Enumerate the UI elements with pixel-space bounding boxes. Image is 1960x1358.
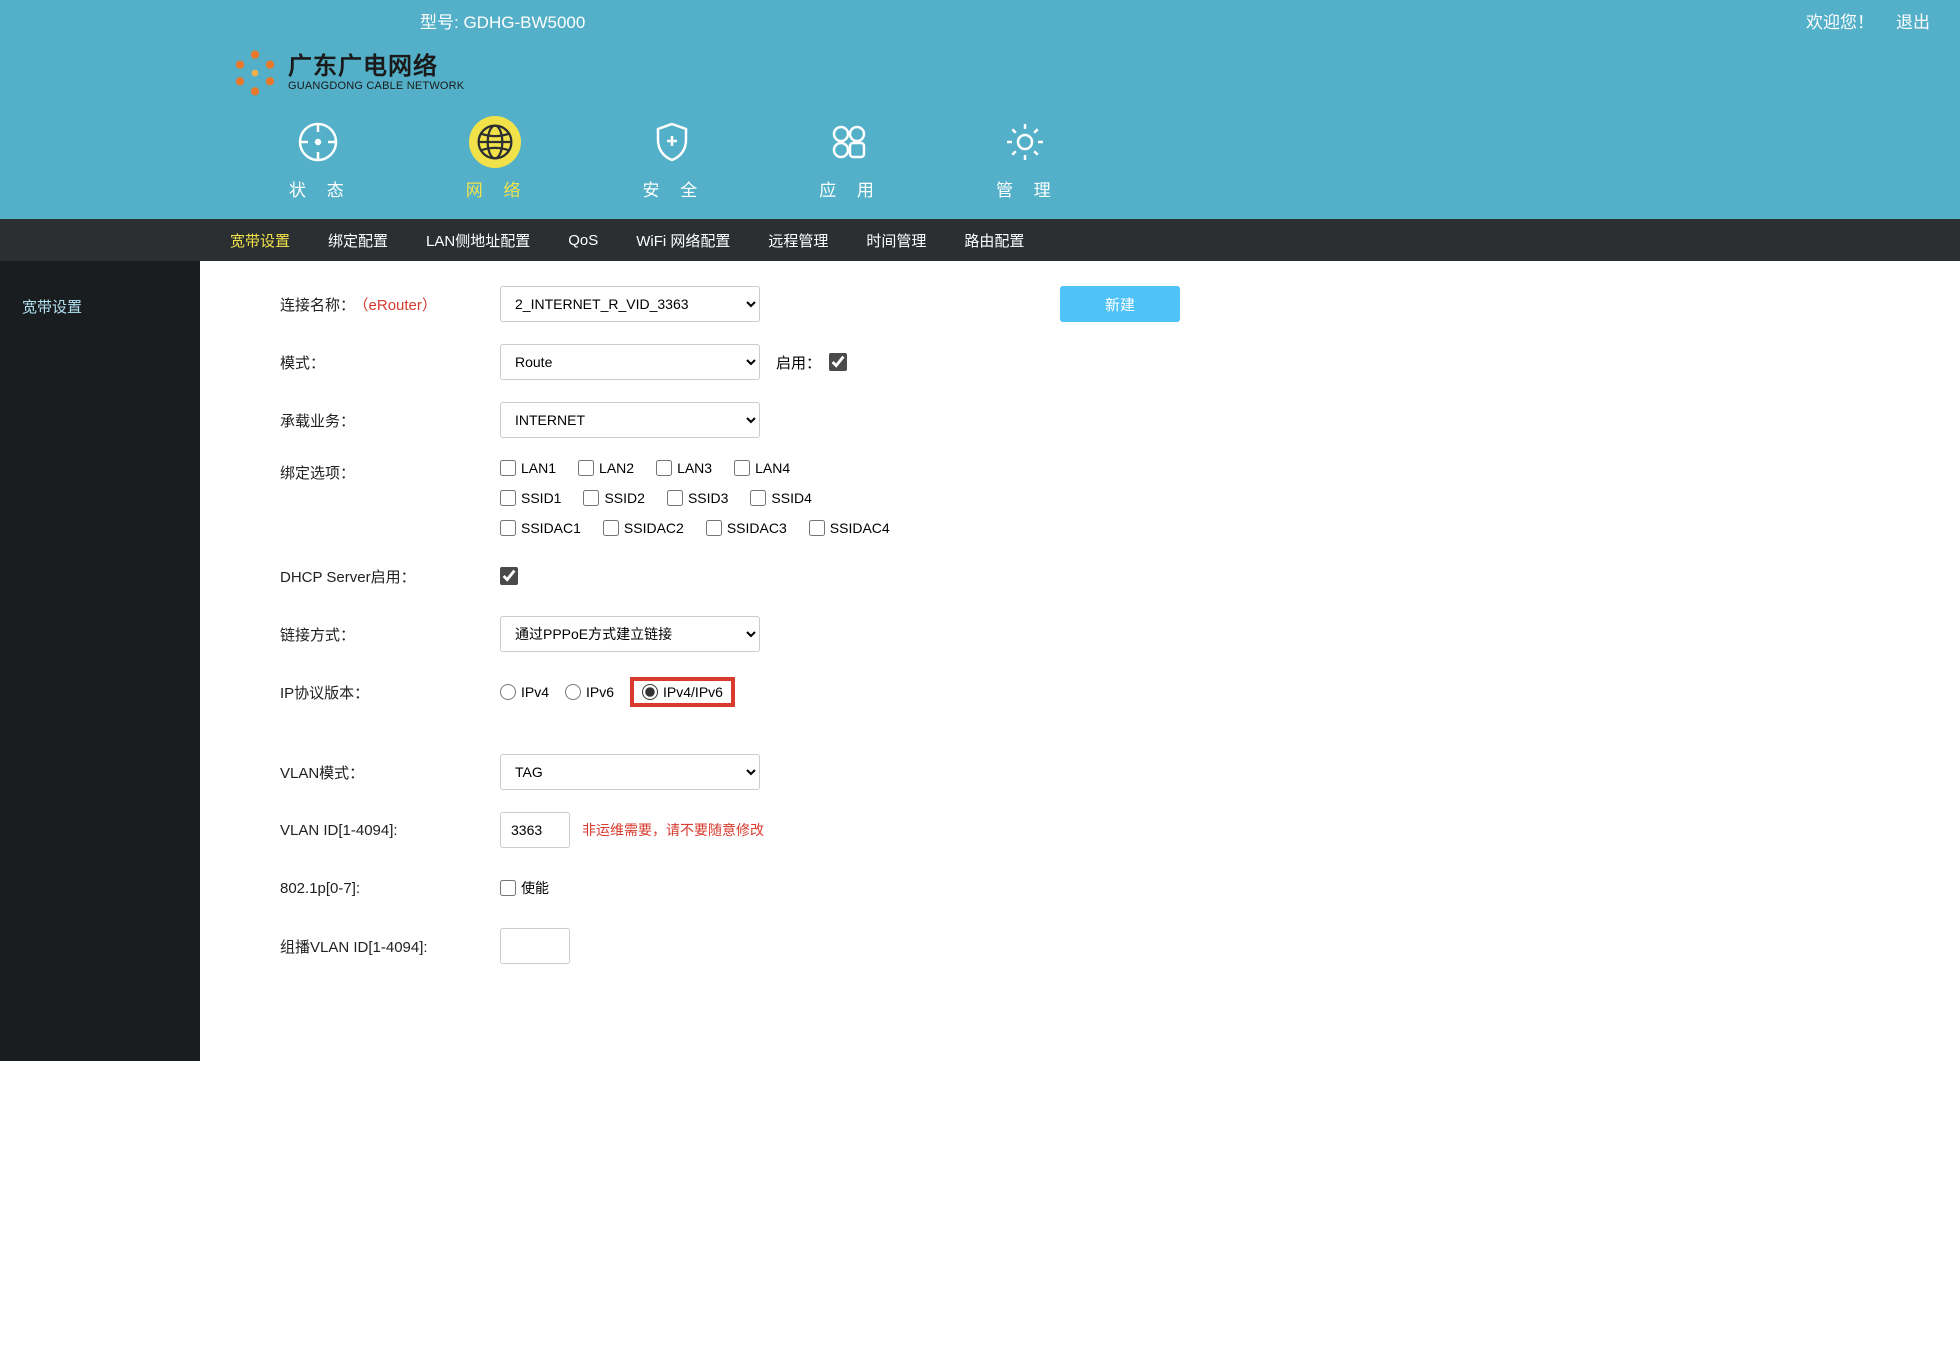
subnav-route[interactable]: 路由配置 bbox=[964, 230, 1024, 251]
bind-checkbox-ssid4[interactable]: SSID4 bbox=[750, 490, 811, 506]
label-service: 承载业务： bbox=[280, 410, 500, 431]
bind-row: SSIDAC1 SSIDAC2 SSIDAC3 SSIDAC4 bbox=[500, 520, 890, 536]
model-label: 型号: GDHG-BW5000 bbox=[420, 8, 585, 33]
select-conn-name[interactable]: 2_INTERNET_R_VID_3363 bbox=[500, 286, 760, 322]
content: 连接名称：（eRouter） 2_INTERNET_R_VID_3363 新建 … bbox=[200, 261, 1960, 1061]
crosshair-icon bbox=[292, 116, 344, 168]
sidebar: 宽带设置 bbox=[0, 261, 200, 1061]
select-link[interactable]: 通过PPPoE方式建立链接 bbox=[500, 616, 760, 652]
row-dhcp: DHCP Server启用： bbox=[280, 558, 1920, 594]
nav-label: 应 用 bbox=[815, 176, 882, 201]
logo: 广东广电网络 GUANGDONG CABLE NETWORK bbox=[230, 48, 1960, 98]
main-nav: 状 态 网 络 安 全 应 用 管 理 bbox=[230, 98, 1960, 219]
label-dhcp: DHCP Server启用： bbox=[280, 566, 500, 587]
nav-network[interactable]: 网 络 bbox=[462, 116, 529, 201]
nav-apps[interactable]: 应 用 bbox=[815, 116, 882, 201]
bind-checkbox-ssidac3[interactable]: SSIDAC3 bbox=[706, 520, 787, 536]
row-bind: 绑定选项： LAN1LAN2LAN3LAN4 SSID1SSID2SSID3SS… bbox=[280, 460, 1920, 536]
subnav-bind[interactable]: 绑定配置 bbox=[328, 230, 388, 251]
welcome-link[interactable]: 欢迎您！ bbox=[1806, 8, 1874, 33]
apps-icon bbox=[823, 116, 875, 168]
erouter-badge: （eRouter） bbox=[361, 297, 437, 314]
header-top-right: 欢迎您！ 退出 bbox=[1806, 8, 1930, 33]
row-8021p: 802.1p[0-7]: 使能 bbox=[280, 870, 1920, 906]
row-vlan-id: VLAN ID[1-4094]: 非运维需要，请不要随意修改 bbox=[280, 812, 1920, 848]
label-vlan-id: VLAN ID[1-4094]: bbox=[280, 822, 500, 839]
bind-checkbox-lan2[interactable]: LAN2 bbox=[578, 460, 634, 476]
row-service: 承载业务： INTERNET bbox=[280, 402, 1920, 438]
sub-nav: 宽带设置 绑定配置 LAN侧地址配置 QoS WiFi 网络配置 远程管理 时间… bbox=[0, 219, 1960, 261]
radio-group-ip: IPv4 IPv6 IPv4/IPv6 bbox=[500, 677, 735, 707]
label-bind: 绑定选项： bbox=[280, 460, 500, 483]
label-ip: IP协议版本： bbox=[280, 682, 500, 703]
checkbox-enable[interactable] bbox=[829, 353, 847, 371]
checkbox-8021p-enable[interactable]: 使能 bbox=[500, 878, 549, 898]
nav-label: 状 态 bbox=[285, 176, 352, 201]
bind-checkbox-ssidac2[interactable]: SSIDAC2 bbox=[603, 520, 684, 536]
select-service[interactable]: INTERNET bbox=[500, 402, 760, 438]
logo-en: GUANGDONG CABLE NETWORK bbox=[288, 80, 464, 92]
row-ip: IP协议版本： IPv4 IPv6 IPv4/IPv6 bbox=[280, 674, 1920, 710]
label-enable: 启用： bbox=[776, 352, 821, 373]
logout-link[interactable]: 退出 bbox=[1896, 8, 1930, 33]
shield-icon bbox=[646, 116, 698, 168]
subnav-qos[interactable]: QoS bbox=[568, 232, 598, 249]
bind-checkbox-lan3[interactable]: LAN3 bbox=[656, 460, 712, 476]
subnav-lan[interactable]: LAN侧地址配置 bbox=[426, 230, 530, 251]
gear-icon bbox=[999, 116, 1051, 168]
row-conn-name: 连接名称：（eRouter） 2_INTERNET_R_VID_3363 新建 bbox=[280, 286, 1920, 322]
checkbox-dhcp[interactable] bbox=[500, 567, 518, 585]
bind-checkbox-ssid2[interactable]: SSID2 bbox=[583, 490, 644, 506]
bind-col: LAN1 LAN2 LAN3 LAN4 SSID1 SSID2 SSID3 SSID4 SS… bbox=[500, 460, 890, 536]
logo-cn: 广东广电网络 bbox=[288, 54, 464, 80]
label-link: 链接方式： bbox=[280, 624, 500, 645]
row-link: 链接方式： 通过PPPoE方式建立链接 bbox=[280, 616, 1920, 652]
vlan-warning: 非运维需要，请不要随意修改 bbox=[582, 820, 764, 840]
select-vlan-mode[interactable]: TAG bbox=[500, 754, 760, 790]
subnav-remote[interactable]: 远程管理 bbox=[768, 230, 828, 251]
nav-security[interactable]: 安 全 bbox=[638, 116, 705, 201]
bind-checkbox-ssidac4[interactable]: SSIDAC4 bbox=[809, 520, 890, 536]
row-vlan-mode: VLAN模式： TAG bbox=[280, 754, 1920, 790]
nav-label: 安 全 bbox=[638, 176, 705, 201]
nav-label: 管 理 bbox=[992, 176, 1059, 201]
bind-checkbox-ssid1[interactable]: SSID1 bbox=[500, 490, 561, 506]
bind-row: LAN1 LAN2 LAN3 LAN4 bbox=[500, 460, 890, 476]
header-top: 型号: GDHG-BW5000 欢迎您！ 退出 bbox=[0, 0, 1960, 40]
subnav-wifi[interactable]: WiFi 网络配置 bbox=[636, 230, 730, 251]
label-mode: 模式： bbox=[280, 352, 500, 373]
row-mcast-vlan: 组播VLAN ID[1-4094]: bbox=[280, 928, 1920, 964]
radio-ipv4ipv6[interactable]: IPv4/IPv6 bbox=[642, 684, 723, 700]
new-button[interactable]: 新建 bbox=[1060, 286, 1180, 322]
sidebar-item-wan[interactable]: 宽带设置 bbox=[0, 286, 200, 327]
input-mcast-vlan[interactable] bbox=[500, 928, 570, 964]
subnav-wan[interactable]: 宽带设置 bbox=[230, 230, 290, 251]
logo-icon bbox=[230, 48, 280, 98]
bind-checkbox-ssid3[interactable]: SSID3 bbox=[667, 490, 728, 506]
nav-status[interactable]: 状 态 bbox=[285, 116, 352, 201]
subnav-time[interactable]: 时间管理 bbox=[866, 230, 926, 251]
input-vlan-id[interactable] bbox=[500, 812, 570, 848]
bind-checkbox-lan1[interactable]: LAN1 bbox=[500, 460, 556, 476]
bind-row: SSID1 SSID2 SSID3 SSID4 bbox=[500, 490, 890, 506]
main: 宽带设置 连接名称：（eRouter） 2_INTERNET_R_VID_336… bbox=[0, 261, 1960, 1061]
row-mode: 模式： Route 启用： bbox=[280, 344, 1920, 380]
nav-label: 网 络 bbox=[462, 176, 529, 201]
bind-checkbox-ssidac1[interactable]: SSIDAC1 bbox=[500, 520, 581, 536]
radio-ipv6[interactable]: IPv6 bbox=[565, 684, 614, 700]
label-mcast-vlan: 组播VLAN ID[1-4094]: bbox=[280, 936, 500, 957]
highlight-ipv4ipv6: IPv4/IPv6 bbox=[630, 677, 735, 707]
logo-text: 广东广电网络 GUANGDONG CABLE NETWORK bbox=[288, 54, 464, 92]
globe-icon bbox=[469, 116, 521, 168]
nav-admin[interactable]: 管 理 bbox=[992, 116, 1059, 201]
label-8021p: 802.1p[0-7]: bbox=[280, 880, 500, 897]
label-conn-name: 连接名称：（eRouter） bbox=[280, 294, 500, 315]
header-mid: 广东广电网络 GUANGDONG CABLE NETWORK 状 态 网 络 安… bbox=[0, 40, 1960, 219]
select-mode[interactable]: Route bbox=[500, 344, 760, 380]
radio-ipv4[interactable]: IPv4 bbox=[500, 684, 549, 700]
bind-checkbox-lan4[interactable]: LAN4 bbox=[734, 460, 790, 476]
label-vlan-mode: VLAN模式： bbox=[280, 762, 500, 783]
